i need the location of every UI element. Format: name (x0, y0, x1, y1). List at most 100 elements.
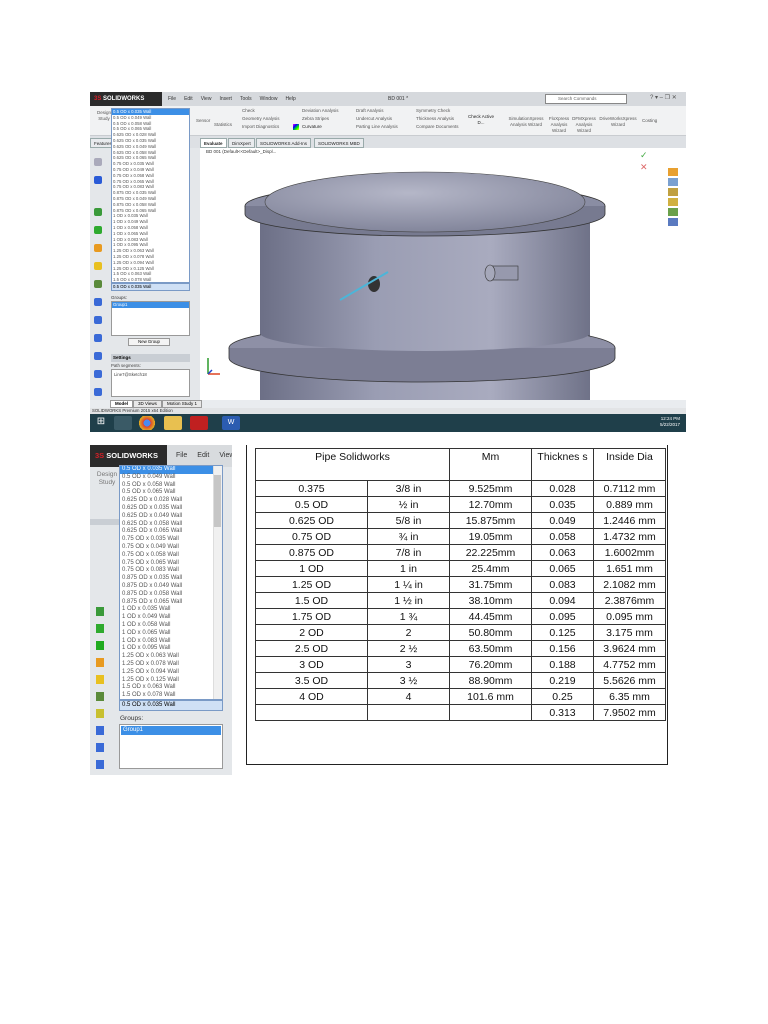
sketch-icon[interactable] (94, 280, 102, 288)
app-icon[interactable] (114, 416, 132, 430)
menu-view[interactable]: View (201, 92, 212, 106)
zebra-stripes-button[interactable]: Zebra Stripes (302, 116, 329, 122)
check-button[interactable]: Check (242, 108, 255, 114)
menu-file[interactable]: File (168, 92, 176, 106)
task-pane-tabs[interactable] (668, 168, 678, 248)
pipe-size-option[interactable]: 1 OD x 0.049 Wall (120, 614, 222, 622)
auto-route-icon[interactable] (96, 726, 104, 735)
flange-icon[interactable] (96, 760, 104, 769)
split-route-icon[interactable] (94, 352, 102, 360)
word-icon[interactable]: W (222, 416, 240, 430)
sketch-icon[interactable] (96, 675, 104, 684)
costing-button[interactable]: Costing (642, 118, 657, 124)
features-tab[interactable] (90, 519, 119, 525)
pipe-size-option[interactable]: 0.625 OD x 0.058 Wall (120, 521, 222, 529)
resources-icon[interactable] (668, 178, 678, 186)
tab-model[interactable]: Model (110, 400, 133, 408)
pipe-size-option[interactable]: 0.625 OD x 0.035 Wall (120, 505, 222, 513)
sensor-button[interactable]: Sensor (196, 118, 210, 124)
check-active-document-button[interactable]: Check Active D... (468, 114, 494, 126)
pipe-size-option[interactable]: 0.875 OD x 0.065 Wall (120, 599, 222, 607)
pipe-size-option[interactable]: 0.625 OD x 0.065 Wall (120, 528, 222, 536)
pipe-size-option[interactable]: 0.5 OD x 0.058 Wall (120, 482, 222, 490)
pipe-size-option[interactable]: 0.5 OD x 0.035 Wall (120, 466, 222, 474)
pipe-size-option[interactable]: 1.5 OD x 0.063 Wall (120, 684, 222, 692)
search-commands-input[interactable]: Search Commands (545, 94, 627, 104)
graphics-viewport[interactable]: BD 001 (Default<<Default>_Displ... ✓ ✕ (200, 148, 686, 400)
add-fitting-icon[interactable] (94, 262, 102, 270)
pipe-size-option[interactable]: 0.875 OD x 0.058 Wall (120, 591, 222, 599)
tab-solidworks-mbd[interactable]: SOLIDWORKS MBD (314, 138, 364, 148)
tab-solidworks-addins[interactable]: SOLIDWORKS Add-Ins (256, 138, 312, 148)
select-icon[interactable] (94, 176, 102, 184)
pipe-size-option[interactable]: 1.25 OD x 0.125 Wall (120, 677, 222, 685)
flange-icon[interactable] (94, 370, 102, 378)
pipe-size-option[interactable]: 0.5 OD x 0.065 Wall (120, 489, 222, 497)
pipe-size-combobox[interactable]: 0.5 OD x 0.035 Wall (111, 283, 190, 291)
tab-3d-views[interactable]: 3D Views (133, 400, 162, 408)
repair-route-icon[interactable] (96, 709, 104, 718)
ok-check-icon[interactable]: ✓ (640, 150, 648, 161)
route-icon[interactable] (96, 607, 104, 616)
appearances-icon[interactable] (668, 218, 678, 226)
settings-header[interactable]: Settings (111, 354, 190, 362)
pipe-size-option[interactable]: 0.875 OD x 0.049 Wall (120, 583, 222, 591)
pipe-size-option[interactable]: 1.5 OD x 0.078 Wall (120, 692, 222, 699)
group-item[interactable]: Group1 (121, 726, 221, 735)
pipe-size-dropdown-list[interactable]: 0.5 OD x 0.035 Wall 0.5 OD x 0.049 Wall 0.… (119, 465, 223, 700)
file-explorer-icon[interactable] (164, 416, 182, 430)
scrollbar-thumb[interactable] (214, 475, 221, 527)
design-study-button[interactable]: Design Study (94, 471, 120, 487)
pipe-size-option[interactable]: 1.25 OD x 0.078 Wall (120, 661, 222, 669)
pipe-size-option[interactable]: 0.75 OD x 0.083 Wall (120, 567, 222, 575)
deviation-analysis-button[interactable]: Deviation Analysis (302, 108, 339, 114)
path-segments-list[interactable]: Line7@Sketch18 (111, 369, 190, 397)
thickness-analysis-button[interactable]: Thickness Analysis (416, 116, 454, 122)
repair-route-icon[interactable] (94, 316, 102, 324)
library-icon[interactable] (668, 188, 678, 196)
tab-evaluate[interactable]: Evaluate (200, 138, 227, 148)
window-controls[interactable]: ? ▾ ‒ ❐ ✕ (650, 94, 677, 101)
edit-route-icon[interactable] (96, 692, 104, 701)
pipe-size-option[interactable]: 0.75 OD x 0.058 Wall (120, 552, 222, 560)
symmetry-check-button[interactable]: Symmetry Check (416, 108, 450, 114)
pipe-size-option[interactable]: 0.75 OD x 0.049 Wall (120, 544, 222, 552)
pipe-size-option[interactable]: 0.625 OD x 0.049 Wall (120, 513, 222, 521)
compare-documents-button[interactable]: Compare Documents (416, 124, 459, 130)
menu-edit[interactable]: Edit (197, 445, 209, 467)
tab-dimxpert[interactable]: DimXpert (228, 138, 255, 148)
pipe-size-option[interactable]: 1 OD x 0.058 Wall (120, 622, 222, 630)
menu-tools[interactable]: Tools (240, 92, 252, 106)
pipe-size-option[interactable]: 1 OD x 0.083 Wall (120, 638, 222, 646)
pipe-size-option[interactable]: 0.75 OD x 0.035 Wall (120, 536, 222, 544)
pipe-size-dropdown-list[interactable]: 0.5 OD x 0.035 Wall 0.5 OD x 0.049 Wall 0.… (111, 108, 190, 283)
file-explorer-icon[interactable] (668, 198, 678, 206)
draft-analysis-button[interactable]: Draft Analysis (356, 108, 384, 114)
simulationxpress-button[interactable]: SimulationXpress Analysis Wizard (508, 116, 544, 128)
undercut-analysis-button[interactable]: Undercut Analysis (356, 116, 392, 122)
design-study-button[interactable]: Design Study (96, 110, 112, 122)
component-icon[interactable] (94, 244, 102, 252)
add-fitting-icon[interactable] (96, 658, 104, 667)
home-icon[interactable] (668, 168, 678, 176)
drawing-icon[interactable] (94, 388, 102, 396)
pipe-size-option[interactable]: 1.25 OD x 0.063 Wall (120, 653, 222, 661)
fitting-icon[interactable] (94, 226, 102, 234)
geometry-analysis-button[interactable]: Geometry Analysis (242, 116, 280, 122)
pipe-size-option[interactable]: 1 OD x 0.065 Wall (120, 630, 222, 638)
pipe-size-option[interactable]: 1 OD x 0.035 Wall (120, 606, 222, 614)
route-icon[interactable] (94, 208, 102, 216)
pipe-size-option[interactable]: 0.625 OD x 0.028 Wall (120, 497, 222, 505)
chrome-icon[interactable] (138, 416, 156, 430)
curvature-button[interactable]: Curvature (302, 124, 322, 130)
tab-motion-study[interactable]: Motion Study 1 (161, 400, 202, 408)
driveworksxpress-button[interactable]: DriveWorksXpress Wizard (598, 116, 638, 128)
floxpress-button[interactable]: FloXpress Analysis Wizard (548, 116, 570, 134)
path-segment-item[interactable]: Line7@Sketch18 (114, 372, 147, 377)
cancel-x-icon[interactable]: ✕ (640, 162, 648, 173)
pipe-size-option[interactable]: 1 OD x 0.095 Wall (120, 645, 222, 653)
auto-route-icon[interactable] (94, 334, 102, 342)
dfmxpress-button[interactable]: DFMXpress Analysis Wizard (572, 116, 596, 134)
split-route-icon[interactable] (96, 743, 104, 752)
menu-help[interactable]: Help (285, 92, 295, 106)
